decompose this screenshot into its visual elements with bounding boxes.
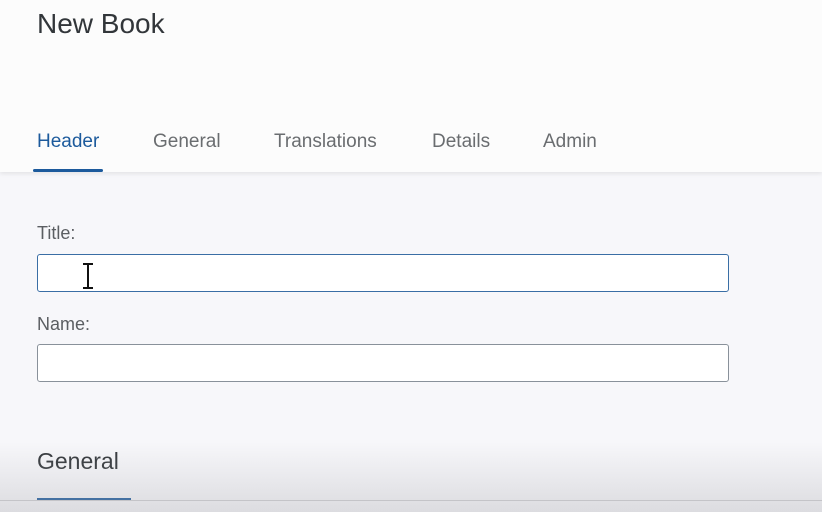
name-input[interactable]	[37, 344, 729, 382]
tab-translations[interactable]: Translations	[274, 120, 377, 172]
tab-translations-label: Translations	[274, 131, 377, 152]
name-label: Name:	[37, 314, 91, 334]
tab-active-indicator	[33, 169, 104, 172]
tab-admin[interactable]: Admin	[543, 120, 597, 172]
title-label: Title:	[37, 223, 76, 243]
page: New Book Header General Translations Det…	[0, 0, 822, 512]
tab-general-label: General	[153, 131, 221, 152]
text-cursor-icon	[83, 263, 93, 289]
tab-admin-label: Admin	[543, 131, 597, 152]
tab-header-label: Header	[37, 131, 100, 152]
section-general-title: General	[37, 448, 119, 474]
object-page-header: New Book Header General Translations Det…	[0, 0, 822, 172]
title-input[interactable]	[37, 254, 729, 292]
tab-details[interactable]: Details	[432, 120, 490, 172]
divider	[0, 500, 822, 501]
tab-general[interactable]: General	[153, 120, 221, 172]
page-title: New Book	[37, 8, 165, 39]
tab-header[interactable]: Header	[33, 120, 104, 172]
tab-details-label: Details	[432, 131, 491, 152]
bottom-scroll-shadow	[0, 442, 822, 512]
